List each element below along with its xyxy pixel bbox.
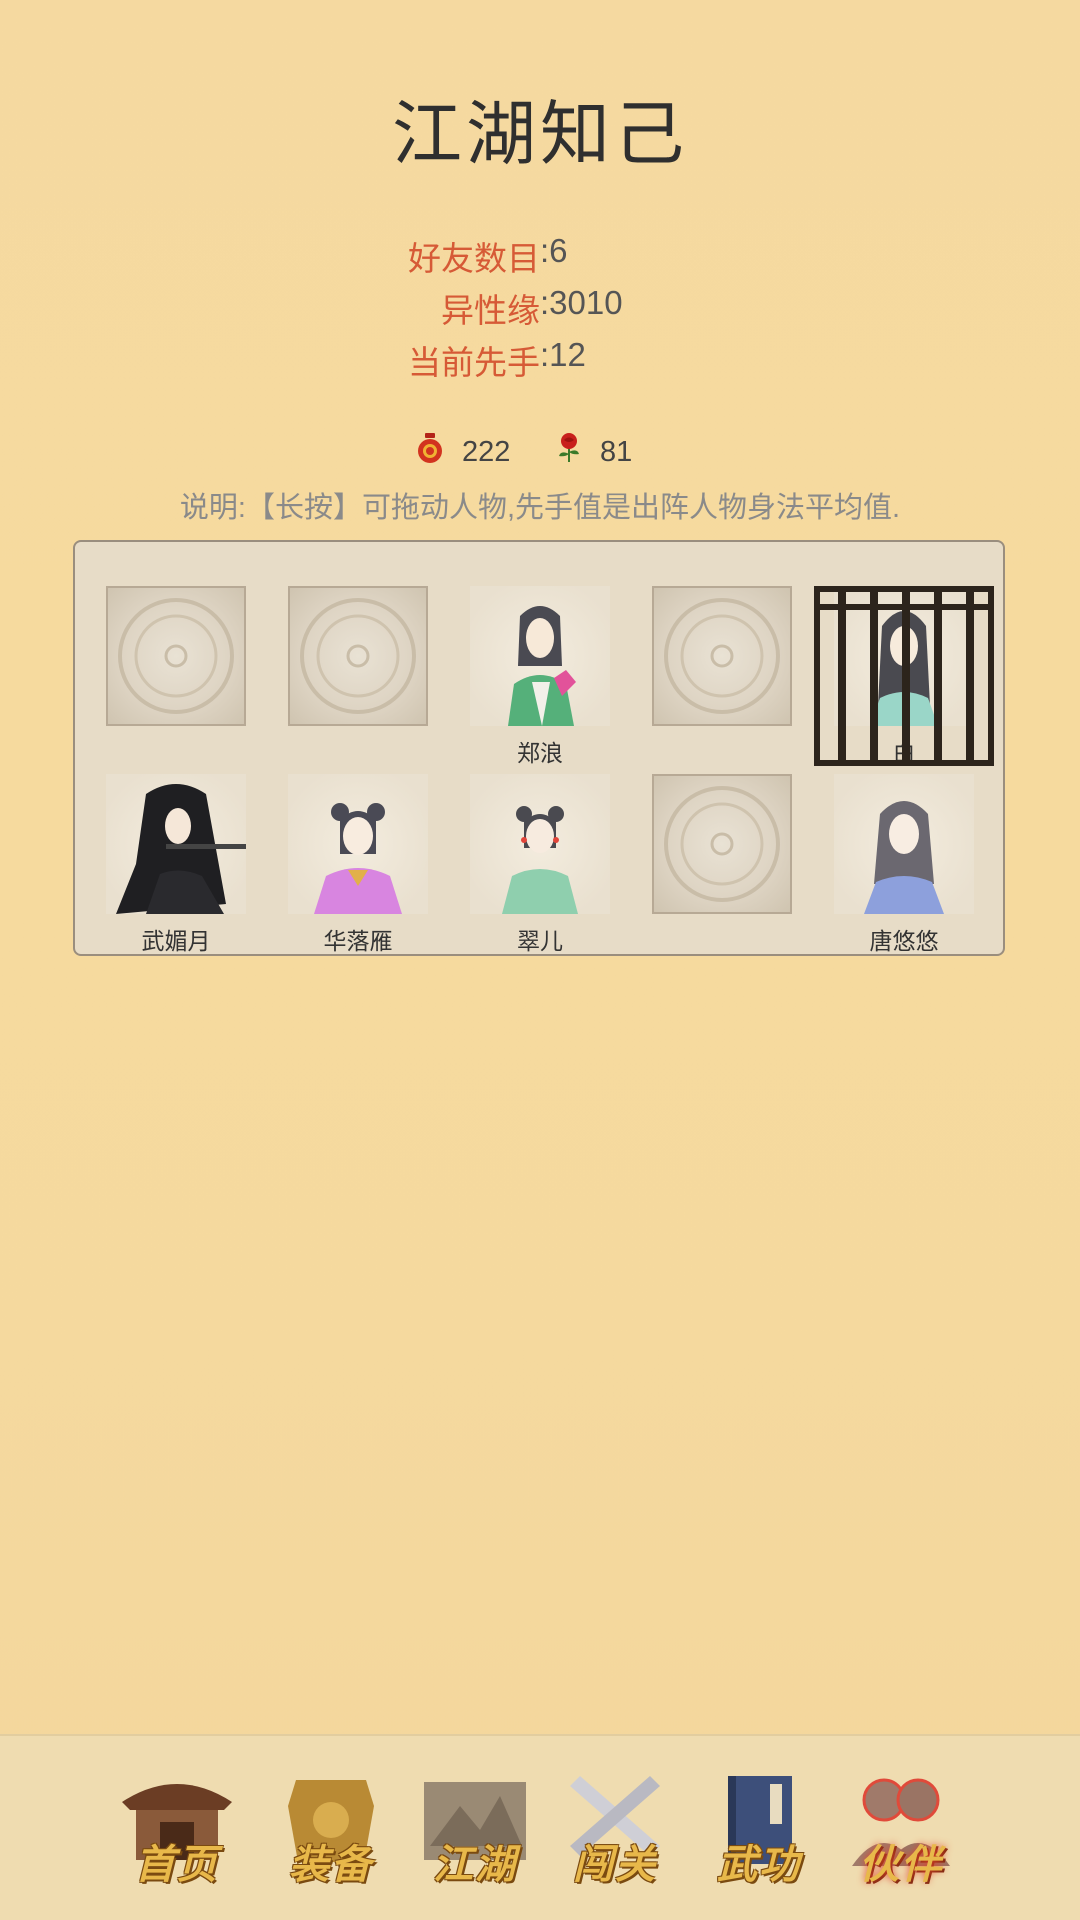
wine-count: 222 — [462, 435, 511, 468]
instructions-note: 说明:【长按】可拖动人物,先手值是出阵人物身法平均值. — [179, 492, 901, 524]
page-title: 江湖知己 — [392, 93, 688, 175]
emblem-icon — [664, 598, 780, 714]
nav-label: 伙伴 — [859, 1841, 943, 1888]
rose-resource: 81 — [556, 432, 632, 472]
nav-label: 装备 — [289, 1841, 373, 1888]
jail-bars — [814, 586, 994, 766]
portrait-girl-green-icon — [502, 806, 578, 914]
portrait-woman-flute-icon — [116, 784, 246, 914]
nav-challenge[interactable]: 闯关 — [550, 1766, 680, 1896]
stat-friend-count: 好友数目 :6 — [0, 232, 568, 280]
nav-jianghu[interactable]: 江湖 — [410, 1766, 540, 1896]
stat-charm: 异性缘 :3010 — [0, 284, 623, 332]
portrait-woman-blue-icon — [864, 801, 944, 914]
stat-label: 好友数目 — [408, 240, 540, 277]
nav-home[interactable]: 首页 — [112, 1766, 242, 1896]
emblem-icon — [300, 598, 416, 714]
rose-icon — [556, 432, 582, 472]
nav-label: 武功 — [717, 1841, 801, 1888]
stat-label: 当前先手 — [408, 344, 540, 381]
nav-partners[interactable]: 伙伴 — [836, 1766, 966, 1896]
character-name: 华落雁 — [323, 928, 393, 954]
character-name: 郑浪 — [517, 740, 563, 766]
stat-label: 异性缘 — [441, 292, 540, 329]
character-slot[interactable] — [106, 774, 246, 914]
rose-count: 81 — [600, 435, 633, 468]
character-slot[interactable] — [470, 586, 610, 726]
portrait-woman-pink-icon — [314, 803, 402, 914]
character-name: 唐悠悠 — [869, 928, 939, 954]
wine-jar-icon — [416, 432, 444, 472]
stat-value: :6 — [540, 232, 568, 269]
nav-label: 闯关 — [573, 1841, 657, 1888]
nav-label: 江湖 — [433, 1841, 517, 1888]
emblem-icon — [664, 786, 780, 902]
nav-label: 首页 — [135, 1841, 219, 1888]
portrait-man-green-icon — [508, 606, 576, 726]
bottom-nav: 首页 装备 江湖 闯关 武功 伙伴 — [0, 1734, 1080, 1920]
resource-bar: 222 81 — [0, 432, 1080, 476]
nav-martial-arts[interactable]: 武功 — [694, 1766, 824, 1896]
character-slot[interactable] — [288, 774, 428, 914]
nav-equipment[interactable]: 装备 — [266, 1766, 396, 1896]
empty-slot[interactable] — [652, 586, 792, 726]
wine-resource: 222 — [416, 432, 510, 472]
empty-slot[interactable] — [106, 586, 246, 726]
character-slot[interactable] — [470, 774, 610, 914]
stat-initiative: 当前先手 :12 — [0, 336, 586, 384]
character-name: 武媚月 — [141, 928, 211, 954]
emblem-icon — [118, 598, 234, 714]
empty-slot[interactable] — [652, 774, 792, 914]
jail-bars-icon — [820, 592, 988, 760]
empty-slot[interactable] — [288, 586, 428, 726]
stat-value: :12 — [540, 336, 586, 373]
stat-value: :3010 — [540, 284, 623, 321]
character-name: 翠儿 — [517, 928, 563, 954]
character-slot[interactable] — [834, 774, 974, 914]
